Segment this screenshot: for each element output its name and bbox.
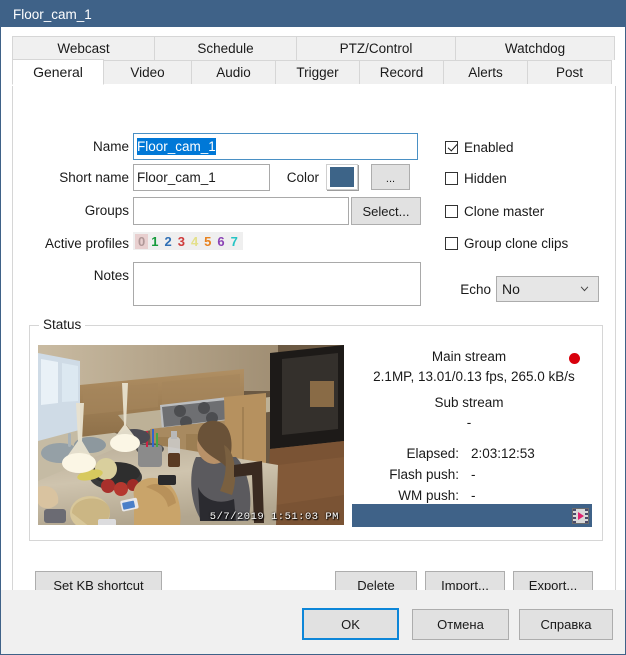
tab-label: Audio <box>216 65 251 80</box>
groups-select-button[interactable]: Select... <box>351 197 421 225</box>
status-groupbox-title: Status <box>39 317 86 332</box>
profile-7[interactable]: 7 <box>228 234 241 249</box>
tab-row-primary: General Video Audio Trigger Record Alert… <box>12 59 616 85</box>
short-name-label: Short name <box>59 170 129 185</box>
profile-4[interactable]: 4 <box>188 234 201 249</box>
tab-row-secondary: Webcast Schedule PTZ/Control Watchdog <box>12 36 616 60</box>
ok-button[interactable]: OK <box>302 608 399 640</box>
profile-6[interactable]: 6 <box>214 234 227 249</box>
tab-watchdog[interactable]: Watchdog <box>455 36 615 60</box>
sub-stream-label: Sub stream <box>434 395 504 410</box>
cancel-button[interactable]: Отмена <box>412 609 509 640</box>
short-name-input[interactable]: Floor_cam_1 <box>133 164 270 191</box>
tab-label: Post <box>555 65 583 80</box>
tab-label: Video <box>130 65 165 80</box>
play-triangle-icon <box>577 511 584 520</box>
name-label: Name <box>92 139 129 154</box>
tab-label: Webcast <box>57 41 110 56</box>
sub-stream-info: - <box>466 415 472 430</box>
group-clone-clips-checkbox-label: Group clone clips <box>464 236 569 251</box>
film-clip-icon[interactable] <box>572 507 589 524</box>
name-input-value: Floor_cam_1 <box>137 138 216 155</box>
tab-record[interactable]: Record <box>359 60 444 84</box>
camera-settings-dialog: Floor_cam_1 Webcast Schedule PTZ/Control… <box>0 0 626 655</box>
clone-master-checkbox[interactable]: Clone master <box>445 204 544 219</box>
enabled-checkbox-label: Enabled <box>464 140 514 155</box>
tab-label: Trigger <box>296 65 339 80</box>
clone-master-checkbox-label: Clone master <box>464 204 545 219</box>
tab-label: Watchdog <box>504 41 566 56</box>
checkbox-mark-icon <box>445 172 458 185</box>
main-stream-info: 2.1MP, 13.01/0.13 fps, 265.0 kB/s <box>373 369 575 384</box>
groups-label: Groups <box>84 203 129 218</box>
echo-dropdown[interactable]: No <box>496 276 599 302</box>
tab-post[interactable]: Post <box>527 60 612 84</box>
tab-label: Alerts <box>468 65 503 80</box>
profile-0[interactable]: 0 <box>135 233 149 249</box>
notes-label: Notes <box>93 268 129 283</box>
flash-push-label: Flash push: <box>389 467 459 482</box>
title-bar: Floor_cam_1 <box>1 1 625 27</box>
general-tab-page: Name Floor_cam_1 Short name Floor_cam_1 … <box>12 86 616 612</box>
color-swatch[interactable] <box>326 164 358 190</box>
enabled-checkbox[interactable]: Enabled <box>445 140 514 155</box>
hidden-checkbox-label: Hidden <box>464 171 507 186</box>
profile-3[interactable]: 3 <box>175 234 188 249</box>
tab-video[interactable]: Video <box>103 60 192 84</box>
active-profiles-selector[interactable]: 0 1 2 3 4 5 6 7 <box>133 232 243 250</box>
checkbox-mark-icon <box>445 237 458 250</box>
active-profiles-label: Active profiles <box>44 236 129 251</box>
tab-trigger[interactable]: Trigger <box>275 60 360 84</box>
name-input[interactable]: Floor_cam_1 <box>133 133 418 160</box>
color-picker-button[interactable]: ... <box>371 164 410 190</box>
chevron-down-icon <box>580 286 589 292</box>
camera-preview-thumbnail[interactable]: 5/7/2019 1:51:03 PM <box>38 345 344 525</box>
checkbox-mark-icon <box>445 141 458 154</box>
dialog-body: Webcast Schedule PTZ/Control Watchdog Ge… <box>1 27 625 654</box>
main-stream-label: Main stream <box>431 349 507 364</box>
profile-5[interactable]: 5 <box>201 234 214 249</box>
echo-label: Echo <box>460 282 491 297</box>
tab-label: Schedule <box>197 41 254 56</box>
wm-push-label: WM push: <box>398 488 459 503</box>
tab-webcast[interactable]: Webcast <box>12 36 155 60</box>
tab-label: Record <box>379 65 424 80</box>
tab-strip: Webcast Schedule PTZ/Control Watchdog Ge… <box>12 36 616 85</box>
tab-ptz-control[interactable]: PTZ/Control <box>296 36 456 60</box>
preview-image <box>38 345 344 525</box>
tab-audio[interactable]: Audio <box>191 60 276 84</box>
stream-status-bar[interactable] <box>352 504 592 527</box>
tab-alerts[interactable]: Alerts <box>443 60 528 84</box>
checkbox-mark-icon <box>445 205 458 218</box>
profile-2[interactable]: 2 <box>161 234 174 249</box>
help-button[interactable]: Справка <box>519 609 613 640</box>
profile-1[interactable]: 1 <box>148 234 161 249</box>
flash-push-value: - <box>471 467 476 482</box>
groups-input[interactable] <box>133 197 349 225</box>
tab-label: General <box>33 64 83 80</box>
wm-push-value: - <box>471 488 476 503</box>
short-name-input-value: Floor_cam_1 <box>137 170 216 185</box>
elapsed-label: Elapsed: <box>406 446 459 461</box>
hidden-checkbox[interactable]: Hidden <box>445 171 507 186</box>
group-clone-clips-checkbox[interactable]: Group clone clips <box>445 236 568 251</box>
tab-schedule[interactable]: Schedule <box>154 36 297 60</box>
notes-input[interactable] <box>133 262 421 306</box>
dialog-footer: OK Отмена Справка <box>1 590 625 654</box>
color-label: Color <box>286 170 319 185</box>
tab-label: PTZ/Control <box>339 41 413 56</box>
window-title: Floor_cam_1 <box>13 6 92 22</box>
tab-general[interactable]: General <box>12 59 104 85</box>
preview-timestamp: 5/7/2019 1:51:03 PM <box>209 511 339 523</box>
elapsed-value: 2:03:12:53 <box>471 446 535 461</box>
color-swatch-fill <box>330 167 354 187</box>
echo-dropdown-value: No <box>502 281 520 297</box>
